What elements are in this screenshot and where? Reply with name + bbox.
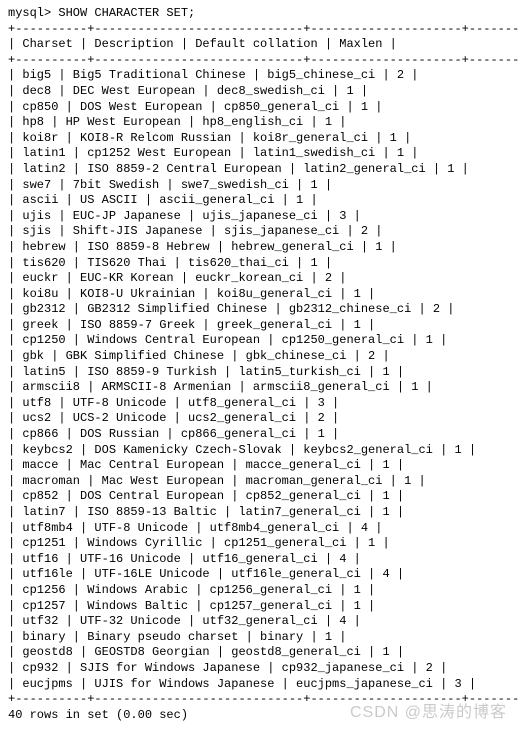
table-row: | utf8 | UTF-8 Unicode | utf8_general_ci… <box>8 396 511 412</box>
table-row: | ascii | US ASCII | ascii_general_ci | … <box>8 193 511 209</box>
table-row: | koi8u | KOI8-U Ukrainian | koi8u_gener… <box>8 287 511 303</box>
table-row: | hp8 | HP West European | hp8_english_c… <box>8 115 511 131</box>
table-row: | latin2 | ISO 8859-2 Central European |… <box>8 162 511 178</box>
table-row: | cp1251 | Windows Cyrillic | cp1251_gen… <box>8 536 511 552</box>
table-row: | gbk | GBK Simplified Chinese | gbk_chi… <box>8 349 511 365</box>
result-summary-line: 40 rows in set (0.00 sec) <box>8 708 511 724</box>
table-row: | big5 | Big5 Traditional Chinese | big5… <box>8 68 511 84</box>
terminal-output: mysql> SHOW CHARACTER SET;+----------+--… <box>8 6 511 723</box>
table-row: | cp1257 | Windows Baltic | cp1257_gener… <box>8 599 511 615</box>
table-row: | latin5 | ISO 8859-9 Turkish | latin5_t… <box>8 365 511 381</box>
table-row: | utf16le | UTF-16LE Unicode | utf16le_g… <box>8 567 511 583</box>
table-row: | geostd8 | GEOSTD8 Georgian | geostd8_g… <box>8 645 511 661</box>
table-border: +----------+----------------------------… <box>8 692 511 708</box>
table-row: | cp1250 | Windows Central European | cp… <box>8 333 511 349</box>
table-row: | tis620 | TIS620 Thai | tis620_thai_ci … <box>8 256 511 272</box>
table-row: | eucjpms | UJIS for Windows Japanese | … <box>8 677 511 693</box>
table-row: | cp852 | DOS Central European | cp852_g… <box>8 489 511 505</box>
table-row: | latin7 | ISO 8859-13 Baltic | latin7_g… <box>8 505 511 521</box>
table-row: | utf16 | UTF-16 Unicode | utf16_general… <box>8 552 511 568</box>
table-row: | gb2312 | GB2312 Simplified Chinese | g… <box>8 302 511 318</box>
table-border: +----------+----------------------------… <box>8 22 511 38</box>
table-row: | cp1256 | Windows Arabic | cp1256_gener… <box>8 583 511 599</box>
table-row: | ujis | EUC-JP Japanese | ujis_japanese… <box>8 209 511 225</box>
table-header-row: | Charset | Description | Default collat… <box>8 37 511 53</box>
sql-prompt-line: mysql> SHOW CHARACTER SET; <box>8 6 511 22</box>
table-row: | macroman | Mac West European | macroma… <box>8 474 511 490</box>
table-row: | armscii8 | ARMSCII-8 Armenian | armsci… <box>8 380 511 396</box>
table-row: | greek | ISO 8859-7 Greek | greek_gener… <box>8 318 511 334</box>
table-row: | koi8r | KOI8-R Relcom Russian | koi8r_… <box>8 131 511 147</box>
table-row: | euckr | EUC-KR Korean | euckr_korean_c… <box>8 271 511 287</box>
table-row: | utf8mb4 | UTF-8 Unicode | utf8mb4_gene… <box>8 521 511 537</box>
table-row: | cp866 | DOS Russian | cp866_general_ci… <box>8 427 511 443</box>
table-row: | ucs2 | UCS-2 Unicode | ucs2_general_ci… <box>8 411 511 427</box>
table-row: | latin1 | cp1252 West European | latin1… <box>8 146 511 162</box>
table-row: | hebrew | ISO 8859-8 Hebrew | hebrew_ge… <box>8 240 511 256</box>
table-row: | utf32 | UTF-32 Unicode | utf32_general… <box>8 614 511 630</box>
table-row: | swe7 | 7bit Swedish | swe7_swedish_ci … <box>8 178 511 194</box>
table-row: | cp932 | SJIS for Windows Japanese | cp… <box>8 661 511 677</box>
table-row: | dec8 | DEC West European | dec8_swedis… <box>8 84 511 100</box>
table-row: | keybcs2 | DOS Kamenicky Czech-Slovak |… <box>8 443 511 459</box>
table-row: | binary | Binary pseudo charset | binar… <box>8 630 511 646</box>
table-row: | sjis | Shift-JIS Japanese | sjis_japan… <box>8 224 511 240</box>
table-row: | macce | Mac Central European | macce_g… <box>8 458 511 474</box>
table-border: +----------+----------------------------… <box>8 53 511 69</box>
table-row: | cp850 | DOS West European | cp850_gene… <box>8 100 511 116</box>
